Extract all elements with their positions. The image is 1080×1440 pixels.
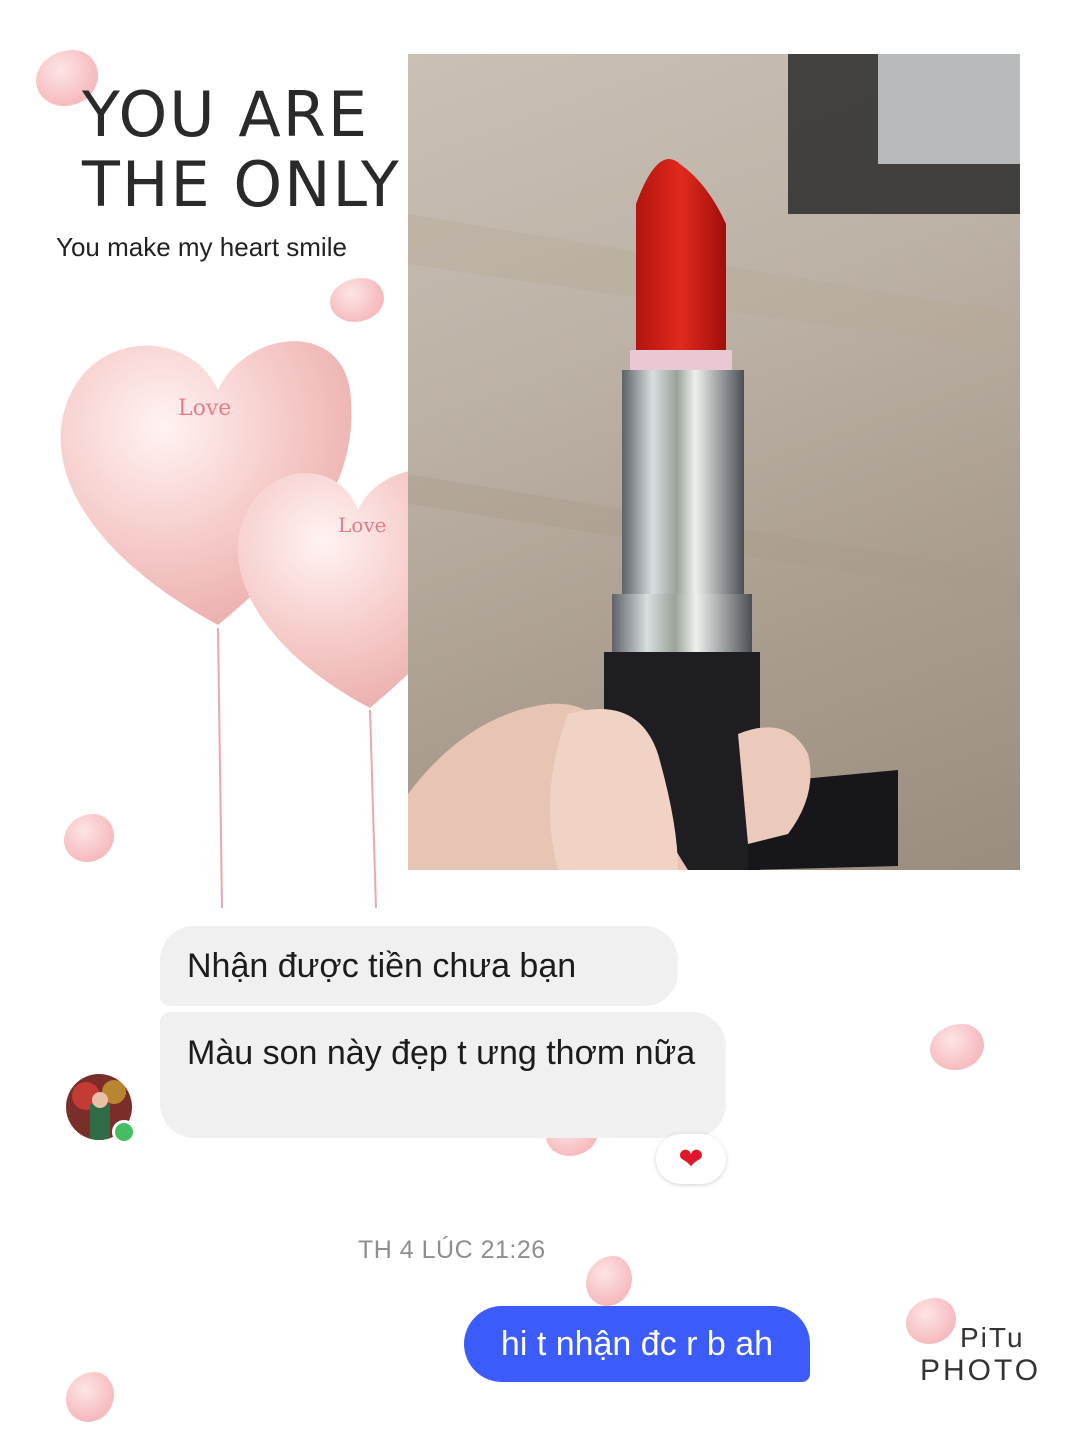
heart-icon: ❤ <box>678 1142 704 1176</box>
petal-decoration <box>66 1372 114 1422</box>
outgoing-message[interactable]: hi t nhận đc r b ah <box>464 1306 810 1382</box>
header-title-line2: THE ONLY <box>82 148 401 221</box>
incoming-message[interactable]: Nhận được tiền chưa bạn <box>160 926 678 1006</box>
petal-decoration <box>330 278 384 322</box>
petal-decoration <box>906 1298 956 1344</box>
watermark-line2: PHOTO <box>920 1354 1042 1387</box>
lipstick-photo[interactable] <box>408 54 1020 870</box>
message-timestamp: TH 4 LÚC 21:26 <box>358 1236 546 1264</box>
petal-decoration <box>586 1256 632 1306</box>
outgoing-message-text: hi t nhận đc r b ah <box>500 1324 774 1363</box>
watermark-line1: PiTu <box>960 1322 1025 1353</box>
incoming-message[interactable]: Màu son này đẹp t ưng thơm nữa <box>160 1012 726 1138</box>
petal-decoration <box>930 1024 984 1070</box>
header-subtitle: You make my heart smile <box>56 232 347 262</box>
balloon-label: Love <box>338 513 386 537</box>
balloon-label: Love <box>178 396 231 421</box>
online-status-dot <box>112 1120 136 1144</box>
incoming-message-text: Nhận được tiền chưa bạn <box>187 946 577 985</box>
header-title-line1: YOU ARE <box>82 78 370 151</box>
incoming-message-text: Màu son này đẹp t ưng thơm nữa <box>187 1034 696 1072</box>
lipstick-photo-illustration <box>408 54 1020 870</box>
message-reaction[interactable]: ❤ <box>656 1134 726 1184</box>
